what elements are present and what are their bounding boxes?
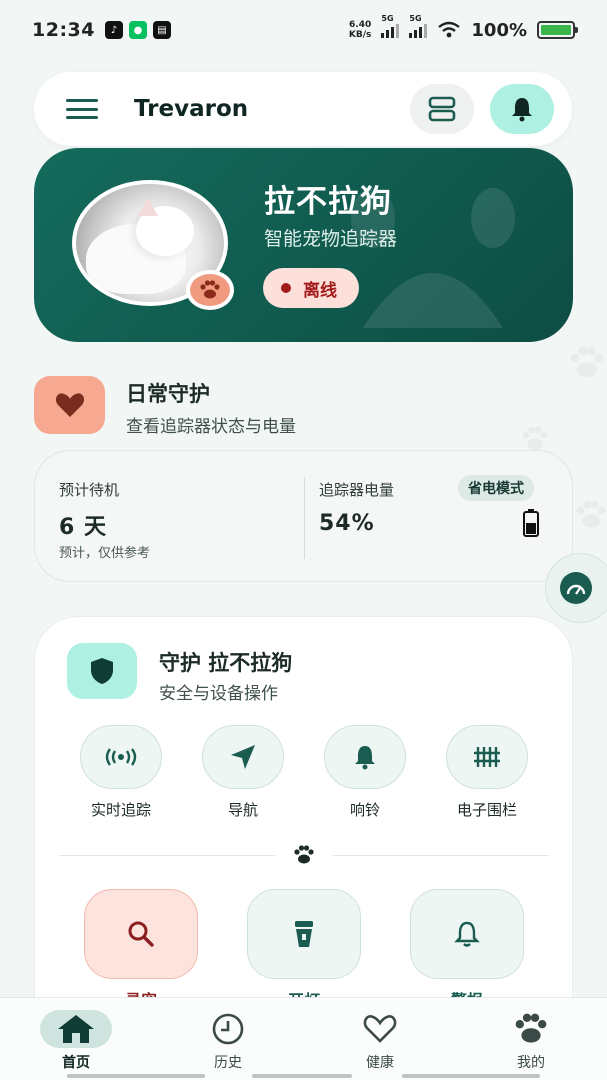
notifications-button[interactable] — [490, 84, 554, 134]
signal-icon: 5G — [409, 14, 428, 38]
tiktok-icon: ♪ — [104, 21, 123, 39]
floating-device-button[interactable] — [545, 553, 607, 623]
geofence-button[interactable] — [446, 725, 528, 789]
pet-name: 拉不拉狗 — [264, 184, 392, 220]
battery-label: 追踪器电量 — [319, 481, 395, 499]
gauge-icon — [566, 584, 586, 595]
notification-icons: ♪ ● ▤ — [104, 21, 171, 39]
gesture-bar — [252, 1074, 352, 1078]
device-type: 智能宠物追踪器 — [264, 228, 398, 250]
status-bar: 12:34 ♪ ● ▤ 6.40 KB/s 5G 5G 100% — [0, 0, 607, 60]
heart-outline-icon — [363, 1015, 397, 1043]
standby-value: 6 天 — [59, 515, 107, 540]
wifi-icon — [438, 21, 461, 38]
tracker-stats-card: 预计待机 6 天 预计，仅供参考 追踪器电量 54% 省电模式 — [34, 450, 573, 582]
nav-profile-label: 我的 — [517, 1055, 545, 1071]
light-on-button[interactable] — [247, 889, 361, 979]
paw-decoration-icon — [522, 426, 548, 451]
guard-subtitle: 安全与设备操作 — [159, 684, 278, 704]
signal-icon: 5G — [381, 14, 400, 38]
paw-badge-icon — [186, 270, 234, 310]
gesture-bar — [67, 1074, 205, 1078]
card-divider — [333, 855, 549, 856]
nav-history[interactable]: 历史 — [152, 998, 304, 1080]
news-app-icon: ▤ — [152, 21, 171, 39]
app-title: Trevaron — [134, 96, 249, 122]
device-list-icon — [428, 96, 456, 122]
find-pet-button[interactable] — [84, 889, 198, 979]
standby-note: 预计，仅供参考 — [59, 546, 151, 561]
battery-value: 54% — [319, 511, 375, 536]
paw-decoration-icon — [576, 500, 606, 528]
live-tracking-label: 实时追踪 — [90, 801, 151, 819]
status-dot-icon — [281, 283, 291, 293]
navigation-button[interactable] — [202, 725, 284, 789]
guard-icon-tile — [67, 643, 137, 699]
live-tracking-icon — [105, 748, 137, 766]
paw-icon — [294, 845, 314, 864]
wechat-icon: ● — [128, 21, 147, 39]
navigation-icon — [231, 745, 255, 769]
alarm-button[interactable] — [410, 889, 524, 979]
battery-icon — [537, 21, 578, 39]
top-app-bar: Trevaron — [34, 72, 572, 146]
stats-divider — [304, 477, 305, 559]
ring-label: 响铃 — [349, 801, 380, 819]
alarm-bell-icon — [454, 921, 480, 947]
ring-button[interactable] — [324, 725, 406, 789]
status-badge: 离线 — [263, 268, 359, 308]
clock-icon — [212, 1013, 244, 1045]
flashlight-icon — [295, 921, 313, 947]
shield-icon — [91, 658, 113, 684]
power-saving-badge: 省电模式 — [458, 475, 534, 501]
battery-percent: 100% — [471, 19, 527, 41]
geofence-label: 电子围栏 — [456, 801, 517, 819]
device-list-button[interactable] — [410, 84, 474, 134]
daily-guard-title: 日常守护 — [126, 382, 210, 406]
live-tracking-button[interactable] — [80, 725, 162, 789]
nav-health[interactable]: 健康 — [304, 998, 456, 1080]
net-speed: 6.40 KB/s — [348, 20, 372, 40]
nav-home[interactable]: 首页 — [0, 998, 152, 1080]
paw-decoration-icon — [570, 346, 604, 378]
card-divider — [59, 855, 275, 856]
heart-icon — [55, 393, 84, 417]
search-icon — [128, 921, 154, 947]
status-time: 12:34 — [32, 19, 95, 41]
bell-icon — [512, 98, 532, 122]
home-icon — [58, 1015, 94, 1043]
daily-guard-icon-tile — [34, 376, 105, 434]
nav-history-label: 历史 — [214, 1055, 242, 1071]
nav-profile[interactable]: 我的 — [455, 998, 607, 1080]
standby-label: 预计待机 — [59, 481, 120, 499]
menu-icon[interactable] — [66, 99, 98, 119]
pet-hero-card[interactable]: 拉不拉狗 智能宠物追踪器 离线 — [34, 148, 573, 342]
nav-home-label: 首页 — [62, 1055, 90, 1071]
daily-guard-subtitle: 查看追踪器状态与电量 — [126, 417, 296, 437]
nav-health-label: 健康 — [366, 1055, 394, 1071]
gesture-bar — [402, 1074, 540, 1078]
guard-title: 守护 拉不拉狗 — [159, 651, 293, 675]
tracker-battery-icon — [523, 509, 539, 537]
bell-icon — [355, 746, 375, 770]
fence-icon — [474, 747, 500, 767]
bottom-navigation: 首页 历史 健康 我的 — [0, 997, 607, 1080]
navigation-label: 导航 — [227, 801, 258, 819]
status-text: 离线 — [303, 280, 337, 301]
paw-icon — [515, 1013, 547, 1043]
